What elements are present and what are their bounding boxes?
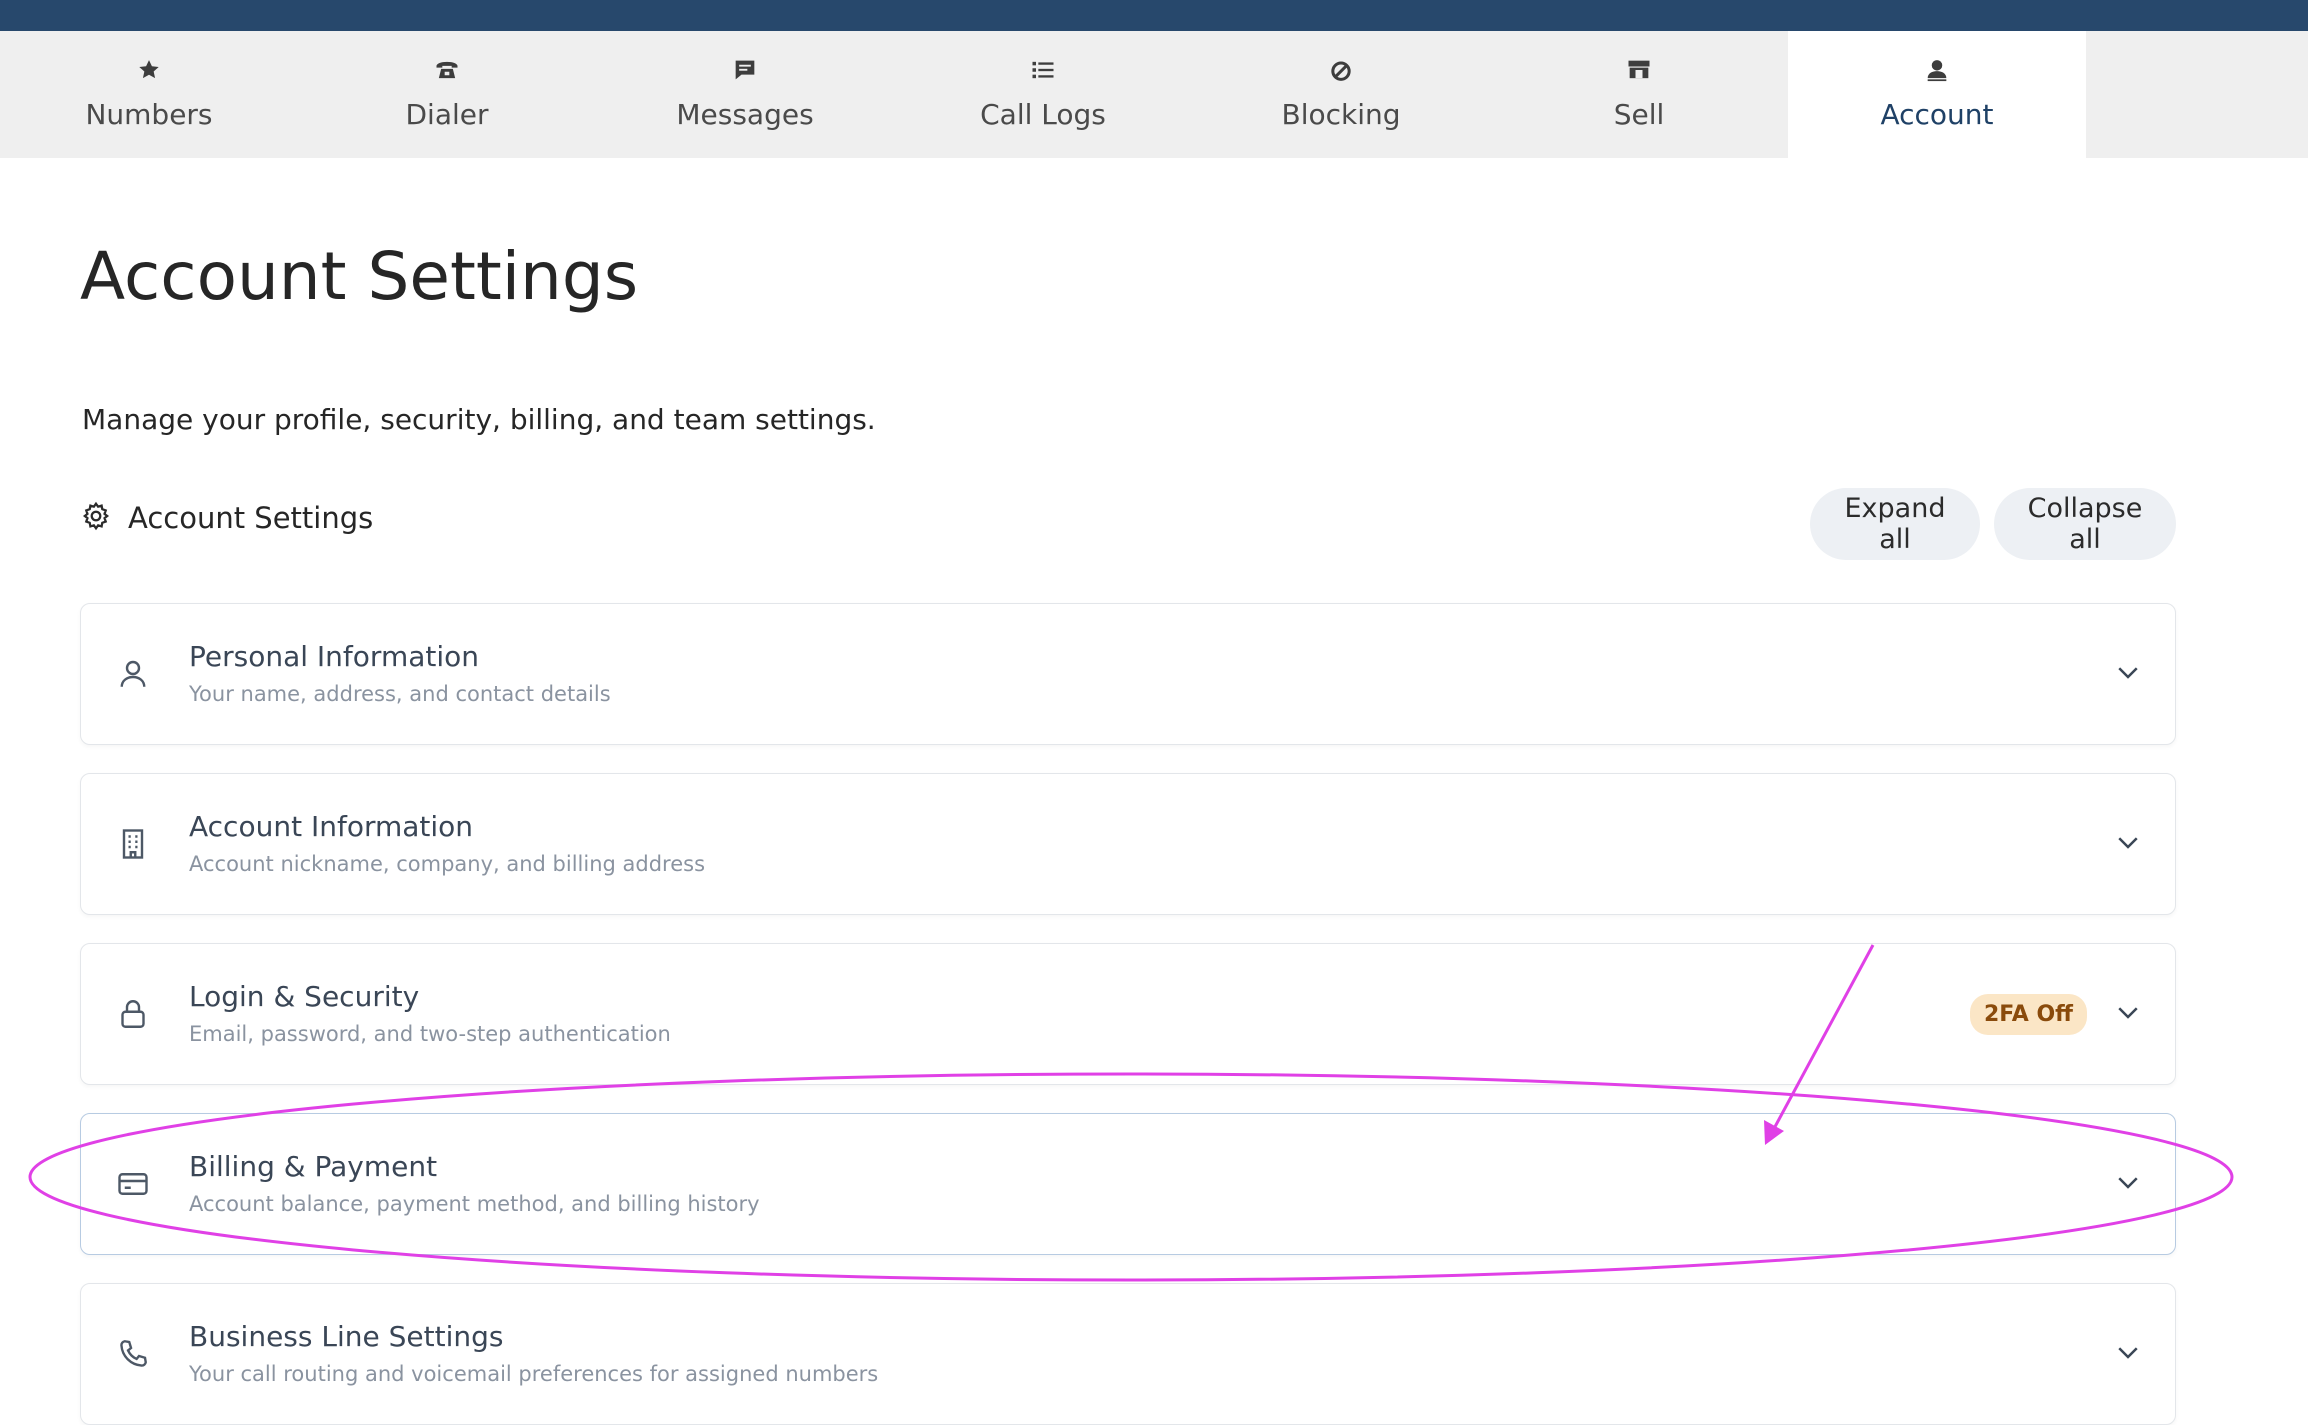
chevron-down-icon[interactable] bbox=[2113, 997, 2143, 1031]
phone-icon bbox=[115, 1336, 151, 1372]
message-icon bbox=[730, 55, 760, 85]
card-title: Personal Information bbox=[189, 640, 480, 673]
collapse-all-button[interactable]: Collapse all bbox=[1994, 488, 2176, 560]
tab-label: Call Logs bbox=[980, 98, 1106, 131]
page-subtitle: Manage your profile, security, billing, … bbox=[82, 403, 876, 436]
card-title: Account Information bbox=[189, 810, 474, 843]
section-header: Account Settings bbox=[80, 500, 373, 536]
tab-blocking[interactable]: Blocking bbox=[1192, 31, 1490, 158]
person-icon bbox=[115, 656, 151, 692]
card-title: Billing & Payment bbox=[189, 1150, 438, 1183]
chevron-down-icon[interactable] bbox=[2113, 657, 2143, 691]
card-description: Email, password, and two-step authentica… bbox=[189, 1022, 671, 1046]
chevron-down-icon[interactable] bbox=[2113, 1337, 2143, 1371]
card-description: Your call routing and voicemail preferen… bbox=[189, 1362, 879, 1386]
main-nav: Numbers Dialer Messages Call Logs Blocki… bbox=[0, 31, 2308, 158]
2fa-status-badge: 2FA Off bbox=[1969, 993, 2087, 1035]
card-business-line-settings[interactable]: Business Line Settings Your call routing… bbox=[80, 1283, 2176, 1425]
top-accent-bar bbox=[0, 0, 2308, 31]
lock-icon bbox=[115, 996, 151, 1032]
card-personal-information[interactable]: Personal Information Your name, address,… bbox=[80, 603, 2176, 745]
expand-all-button[interactable]: Expand all bbox=[1810, 488, 1980, 560]
block-icon bbox=[1326, 55, 1356, 85]
tab-label: Account bbox=[1880, 98, 1994, 131]
card-description: Your name, address, and contact details bbox=[189, 682, 611, 706]
tab-dialer[interactable]: Dialer bbox=[298, 31, 596, 158]
star-icon bbox=[134, 55, 164, 85]
tab-label: Numbers bbox=[85, 98, 213, 131]
tab-label: Sell bbox=[1613, 98, 1665, 131]
tab-account[interactable]: Account bbox=[1788, 31, 2086, 158]
tab-label: Messages bbox=[676, 98, 814, 131]
tab-numbers[interactable]: Numbers bbox=[0, 31, 298, 158]
building-icon bbox=[115, 826, 151, 862]
store-icon bbox=[1624, 55, 1654, 85]
section-label: Account Settings bbox=[128, 501, 374, 535]
chevron-down-icon[interactable] bbox=[2113, 1167, 2143, 1201]
card-account-information[interactable]: Account Information Account nickname, co… bbox=[80, 773, 2176, 915]
tab-label: Dialer bbox=[405, 98, 489, 131]
tab-messages[interactable]: Messages bbox=[596, 31, 894, 158]
card-title: Login & Security bbox=[189, 980, 420, 1013]
card-billing-payment[interactable]: Billing & Payment Account balance, payme… bbox=[80, 1113, 2176, 1255]
tab-label: Blocking bbox=[1281, 98, 1401, 131]
tab-sell[interactable]: Sell bbox=[1490, 31, 1788, 158]
tab-call-logs[interactable]: Call Logs bbox=[894, 31, 1192, 158]
user-icon bbox=[1922, 55, 1952, 85]
card-description: Account nickname, company, and billing a… bbox=[189, 852, 706, 876]
chevron-down-icon[interactable] bbox=[2113, 827, 2143, 861]
card-description: Account balance, payment method, and bil… bbox=[189, 1192, 760, 1216]
telephone-icon bbox=[432, 55, 462, 85]
page-title: Account Settings bbox=[80, 238, 639, 315]
credit-card-icon bbox=[115, 1166, 151, 1202]
list-icon bbox=[1028, 55, 1058, 85]
gear-icon bbox=[80, 500, 112, 536]
card-title: Business Line Settings bbox=[189, 1320, 504, 1353]
card-login-security[interactable]: Login & Security Email, password, and tw… bbox=[80, 943, 2176, 1085]
